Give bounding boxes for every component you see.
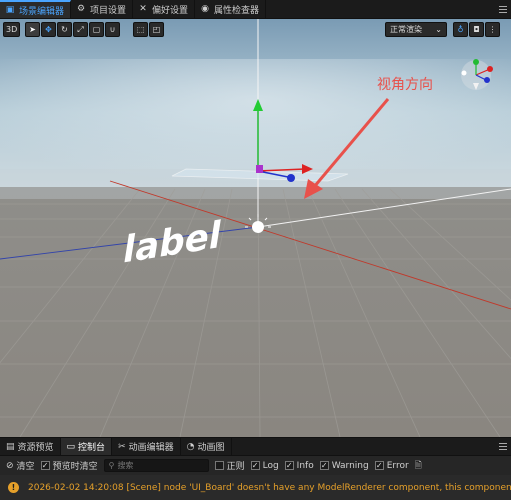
viewport-toolbar-right: ♁ ◘ ⋮ <box>453 22 500 37</box>
animation-icon: ✂ <box>118 441 126 452</box>
regex-label: 正则 <box>226 462 245 472</box>
clear-icon: ⊘ <box>6 460 14 471</box>
clear-on-preview-checkbox[interactable]: ✓ 预览时清空 <box>40 459 98 472</box>
tab-animation-editor[interactable]: ✂ 动画编辑器 <box>112 438 181 455</box>
tab-preferences[interactable]: ✕ 偏好设置 <box>133 0 196 18</box>
tab-animation-graph[interactable]: ◔ 动画图 <box>181 438 232 455</box>
preview-icon: ▤ <box>6 441 15 452</box>
menu-icon <box>499 443 507 450</box>
rect-tool-icon[interactable]: ▢ <box>89 22 104 37</box>
camera-icon[interactable]: ◘ <box>469 22 484 37</box>
panel-menu-button[interactable] <box>495 0 511 18</box>
tab-label: 资源预览 <box>17 443 54 453</box>
tab-console[interactable]: ▭ 控制台 <box>60 438 113 455</box>
light-gizmo[interactable] <box>252 221 264 233</box>
tab-label: 动画图 <box>197 443 225 453</box>
scene-canvas[interactable]: label <box>0 19 511 437</box>
checkbox-checked[interactable]: ✓ <box>40 461 50 470</box>
snap-rect-icon[interactable]: ⬚ <box>133 22 148 37</box>
magnet-tool-icon[interactable]: ∪ <box>105 22 120 37</box>
scale-tool-icon[interactable]: ⤢ <box>73 22 88 37</box>
light-icon[interactable]: ♁ <box>453 22 468 37</box>
filter-info-checkbox[interactable]: ✓ Info <box>284 460 314 471</box>
tab-label: 场景编辑器 <box>19 6 65 17</box>
checkbox-checked[interactable]: ✓ <box>250 461 260 470</box>
tab-project-settings[interactable]: ⚙ 项目设置 <box>71 0 134 18</box>
tab-asset-preview[interactable]: ▤ 资源预览 <box>0 438 61 455</box>
filter-log-checkbox[interactable]: ✓ Log <box>250 460 279 471</box>
bottom-panel-menu-button[interactable] <box>495 438 511 455</box>
tab-label: 动画编辑器 <box>128 443 174 453</box>
console-icon: ▭ <box>66 441 76 452</box>
filter-warning-checkbox[interactable]: ✓ Warning <box>319 460 369 471</box>
more-icon[interactable]: ⋮ <box>485 22 500 37</box>
select-tool-icon[interactable]: ➤ <box>25 22 40 37</box>
tab-scene-editor[interactable]: ▣ 场景编辑器 <box>0 0 72 18</box>
tab-inspector[interactable]: ◉ 属性检查器 <box>195 0 267 18</box>
tab-label: 属性检查器 <box>214 5 260 16</box>
scene-icon: ▣ <box>5 5 15 15</box>
filter-label: Log <box>262 460 279 471</box>
rotate-tool-icon[interactable]: ↻ <box>57 22 72 37</box>
console-toolbar: ⊘ 清空 ✓ 预览时清空 ⚲ 搜索 正则 ✓ Log ✓ Info ✓ Warn… <box>0 455 511 475</box>
filter-error-checkbox[interactable]: ✓ Error <box>374 460 409 471</box>
snap-pivot-icon[interactable]: ◰ <box>149 22 164 37</box>
scene-viewport[interactable]: label 3D ➤ ✥ ↻ ⤢ ▢ ∪ ⬚ ◰ 正常渲染 ⌄ ♁ ◘ ⋮ 视角… <box>0 19 511 437</box>
gizmo-z-handle[interactable] <box>287 174 295 182</box>
checkbox-checked[interactable]: ✓ <box>284 461 294 470</box>
clear-on-preview-label: 预览时清空 <box>52 462 98 472</box>
tab-label: 偏好设置 <box>152 5 189 16</box>
top-tab-bar: ▣ 场景编辑器 ⚙ 项目设置 ✕ 偏好设置 ◉ 属性检查器 <box>0 0 511 19</box>
open-log-file-button[interactable]: 🗎 <box>415 458 422 474</box>
wrench-icon: ✕ <box>139 4 147 14</box>
menu-icon <box>499 5 507 13</box>
regex-checkbox[interactable]: 正则 <box>214 459 245 472</box>
globe-icon: ◉ <box>201 4 209 14</box>
bottom-tab-bar: ▤ 资源预览 ▭ 控制台 ✂ 动画编辑器 ◔ 动画图 <box>0 437 511 455</box>
checkbox-unchecked[interactable] <box>214 461 224 470</box>
warning-icon: ! <box>8 482 19 493</box>
gear-icon: ⚙ <box>76 4 86 14</box>
filter-label: Warning <box>331 460 369 471</box>
render-mode-value: 正常渲染 <box>390 25 422 34</box>
view-direction-annotation: 视角方向 <box>377 77 433 93</box>
transform-tools: ➤ ✥ ↻ ⤢ ▢ ∪ <box>25 22 120 37</box>
file-icon: 🗎 <box>414 460 422 471</box>
move-tool-icon[interactable]: ✥ <box>41 22 56 37</box>
checkbox-checked[interactable]: ✓ <box>319 461 329 470</box>
tab-label: 控制台 <box>78 443 106 453</box>
render-mode-select[interactable]: 正常渲染 ⌄ <box>385 22 447 37</box>
filter-label: Error <box>386 460 409 471</box>
snap-tools: ⬚ ◰ <box>133 22 164 37</box>
tab-label: 项目设置 <box>90 5 127 16</box>
chevron-down-icon: ⌄ <box>435 25 442 34</box>
clear-button[interactable]: ⊘ 清空 <box>6 459 35 473</box>
clear-label: 清空 <box>16 462 35 472</box>
console-message-text: 2026-02-02 14:20:08 [Scene] node 'UI_Boa… <box>28 482 511 493</box>
viewport-toolbar-left: 3D <box>3 22 21 37</box>
checkbox-checked[interactable]: ✓ <box>374 461 384 470</box>
animation-graph-icon: ◔ <box>186 441 195 452</box>
console-message-row[interactable]: ! 2026-02-02 14:20:08 [Scene] node 'UI_B… <box>0 475 511 500</box>
search-icon: ⚲ <box>108 461 115 470</box>
filter-label: Info <box>296 460 314 471</box>
gizmo-center[interactable] <box>256 165 263 173</box>
mode-3d-toggle[interactable]: 3D <box>3 22 21 37</box>
search-placeholder: 搜索 <box>117 461 134 470</box>
console-search-input[interactable]: ⚲ 搜索 <box>103 459 209 472</box>
